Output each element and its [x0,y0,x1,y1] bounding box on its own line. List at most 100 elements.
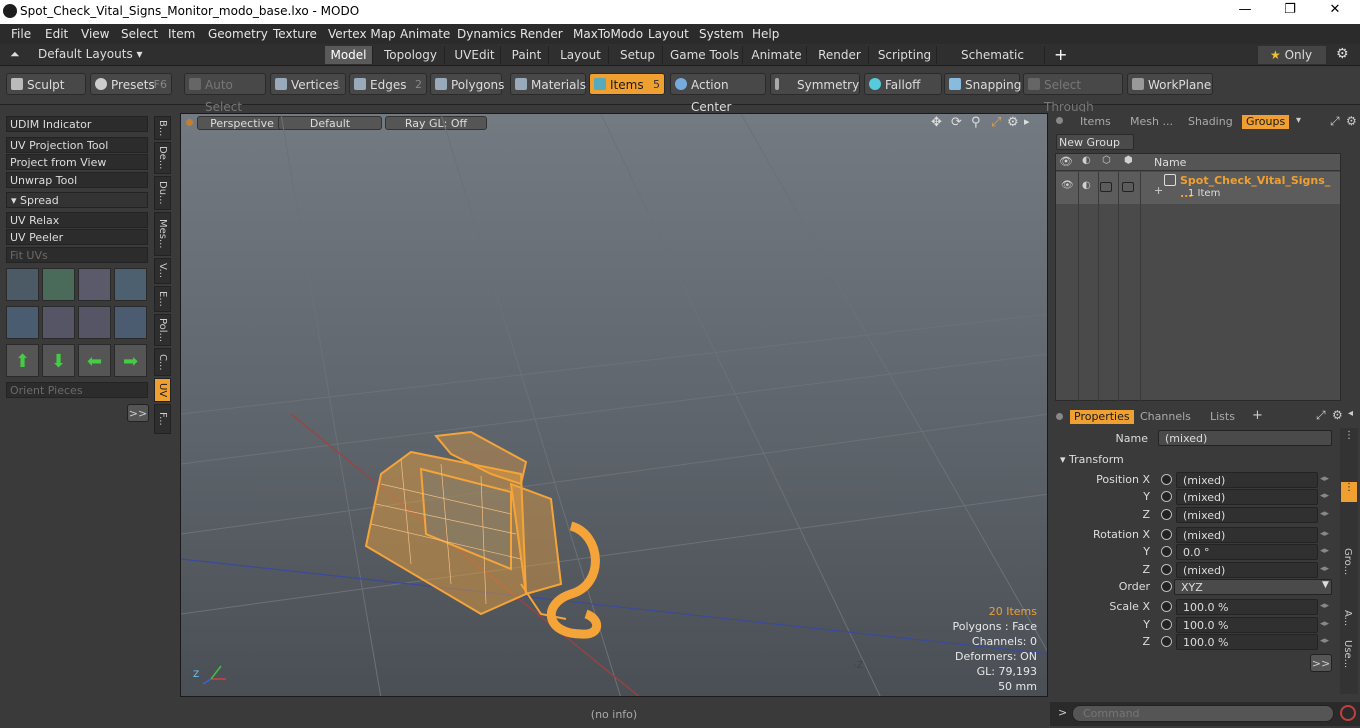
menu-geometry[interactable]: Geometry [208,27,268,41]
group-lock-checkbox[interactable] [1100,182,1112,192]
group-visibility-icon[interactable]: 👁 [1061,180,1074,191]
vtab-c[interactable]: C... [154,348,171,376]
menu-layout[interactable]: Layout [648,27,689,41]
menu-maxtomodo[interactable]: MaxToModo [573,27,643,41]
rotation-z-stepper-icon[interactable]: ◂▸ [1320,564,1329,574]
maximize-icon[interactable]: ❐ [1275,2,1305,17]
project-from-view-button[interactable]: Project from View [6,154,148,170]
minimize-icon[interactable]: — [1230,2,1260,17]
tab-game-tools[interactable]: Game Tools [667,46,743,64]
uv-relax-button[interactable]: UV Relax [6,212,148,228]
panel-gear-icon[interactable]: ⚙ [1346,114,1357,128]
tab-items[interactable]: Items [1080,115,1111,129]
tab-channels[interactable]: Channels [1140,410,1191,424]
new-group-button[interactable]: New Group [1056,134,1134,150]
menu-file[interactable]: File [11,27,31,41]
props-menu-icon[interactable] [1056,413,1063,420]
scale-y-anim-dot[interactable] [1161,619,1172,630]
position-x-anim-dot[interactable] [1161,474,1172,485]
tab-menu-icon[interactable]: ▾ [1296,115,1301,126]
rotation-y-anim-dot[interactable] [1161,546,1172,557]
menu-edit[interactable]: Edit [45,27,68,41]
vertices-button[interactable]: Vertices 1 [270,73,346,95]
rotation-z-field[interactable]: (mixed) [1176,562,1318,578]
tab-animate[interactable]: Animate [747,46,807,64]
vtab-v[interactable]: V... [154,258,171,284]
uv-pyramid-icon[interactable] [78,306,111,339]
tab-lists[interactable]: Lists [1210,410,1235,424]
position-y-anim-dot[interactable] [1161,491,1172,502]
vtab-uv[interactable]: UV [154,378,171,402]
position-x-field[interactable]: (mixed) [1176,472,1318,488]
group-select-checkbox[interactable] [1122,182,1134,192]
menu-system[interactable]: System [699,27,744,41]
3d-viewport[interactable]: Perspective Default Ray GL: Off ✥ ⟳ ⚲ ⤢ … [180,113,1048,697]
menu-vertex-map[interactable]: Vertex Map [328,27,396,41]
arrow-down-icon[interactable]: ⬇ [42,344,75,377]
rotation-x-field[interactable]: (mixed) [1176,527,1318,543]
uv-move-icon[interactable] [78,268,111,301]
menu-animate[interactable]: Animate [400,27,450,41]
transform-section[interactable]: ▾ Transform [1060,453,1124,466]
menu-view[interactable]: View [81,27,109,41]
menu-render[interactable]: Render [520,27,563,41]
position-z-anim-dot[interactable] [1161,509,1172,520]
vtab-pol[interactable]: Pol... [154,314,171,346]
menu-item[interactable]: Item [168,27,195,41]
vtab-e[interactable]: E... [154,286,171,312]
sculpt-button[interactable]: Sculpt [6,73,86,95]
side-tab-a[interactable]: A... [1342,610,1353,626]
rotation-y-stepper-icon[interactable]: ◂▸ [1320,546,1329,556]
props-expand-icon[interactable]: ⤢ [1316,408,1326,423]
fit-uvs-button[interactable]: Fit UVs [6,247,148,263]
vtab-f[interactable]: F... [154,404,171,434]
side-active-tab[interactable]: ⋮ [1341,482,1357,502]
order-dropdown[interactable]: XYZ [1174,579,1332,595]
name-field[interactable]: (mixed) [1158,430,1332,446]
polygons-button[interactable]: Polygons [430,73,504,95]
arrow-right-icon[interactable]: ➡ [114,344,147,377]
action-center-button[interactable]: Action Center [670,73,766,114]
group-render-icon[interactable]: ◐ [1082,180,1091,191]
rotation-y-field[interactable]: 0.0 ° [1176,544,1318,560]
group-expand-icon[interactable]: + [1154,184,1163,197]
tab-shading[interactable]: Shading [1188,115,1233,129]
orient-pieces-button[interactable]: Orient Pieces [6,382,148,398]
uv-box-icon[interactable] [6,306,39,339]
uv-rotate-icon[interactable] [42,268,75,301]
scale-x-anim-dot[interactable] [1161,601,1172,612]
uv-sphere-icon[interactable] [114,306,147,339]
position-x-stepper-icon[interactable]: ◂▸ [1320,474,1329,484]
tab-paint[interactable]: Paint [505,46,549,64]
tab-properties[interactable]: Properties [1070,410,1134,424]
workplane-button[interactable]: WorkPlane [1127,73,1213,95]
tab-model[interactable]: Model [325,46,373,64]
vtab-b[interactable]: B... [154,116,171,140]
side-dots-icon[interactable]: ⋮ [1342,430,1356,446]
vtab-mes[interactable]: Mes... [154,212,171,256]
rotation-z-anim-dot[interactable] [1161,564,1172,575]
scale-z-anim-dot[interactable] [1161,636,1172,647]
vtab-de[interactable]: De... [154,142,171,174]
tab-render[interactable]: Render [811,46,869,64]
tab-scripting[interactable]: Scripting [873,46,937,64]
menu-texture[interactable]: Texture [273,27,317,41]
tab-schematic-fusion[interactable]: Schematic Fusion [941,46,1045,80]
position-z-stepper-icon[interactable]: ◂▸ [1320,509,1329,519]
scale-y-stepper-icon[interactable]: ◂▸ [1320,619,1329,629]
uv-peeler-button[interactable]: UV Peeler [6,229,148,245]
select-through-button[interactable]: Select Through [1023,73,1123,114]
unwrap-tool-button[interactable]: Unwrap Tool [6,172,148,188]
panel-expand-icon[interactable]: ⤢ [1330,114,1340,129]
presets-button[interactable]: Presets F6 [90,73,172,95]
scale-z-stepper-icon[interactable]: ◂▸ [1320,636,1329,646]
more-tools-button[interactable]: >> [127,404,149,422]
rotation-x-stepper-icon[interactable]: ◂▸ [1320,529,1329,539]
edges-button[interactable]: Edges 2 [349,73,427,95]
tab-topology[interactable]: Topology [377,46,445,64]
auto-select-button[interactable]: Auto Select [184,73,266,114]
layout-up-icon[interactable]: ⏶ [10,47,20,62]
tab-layout[interactable]: Layout [553,46,609,64]
default-layouts-dropdown[interactable]: Default Layouts ▾ [38,47,143,61]
record-macro-icon[interactable] [1340,705,1356,721]
